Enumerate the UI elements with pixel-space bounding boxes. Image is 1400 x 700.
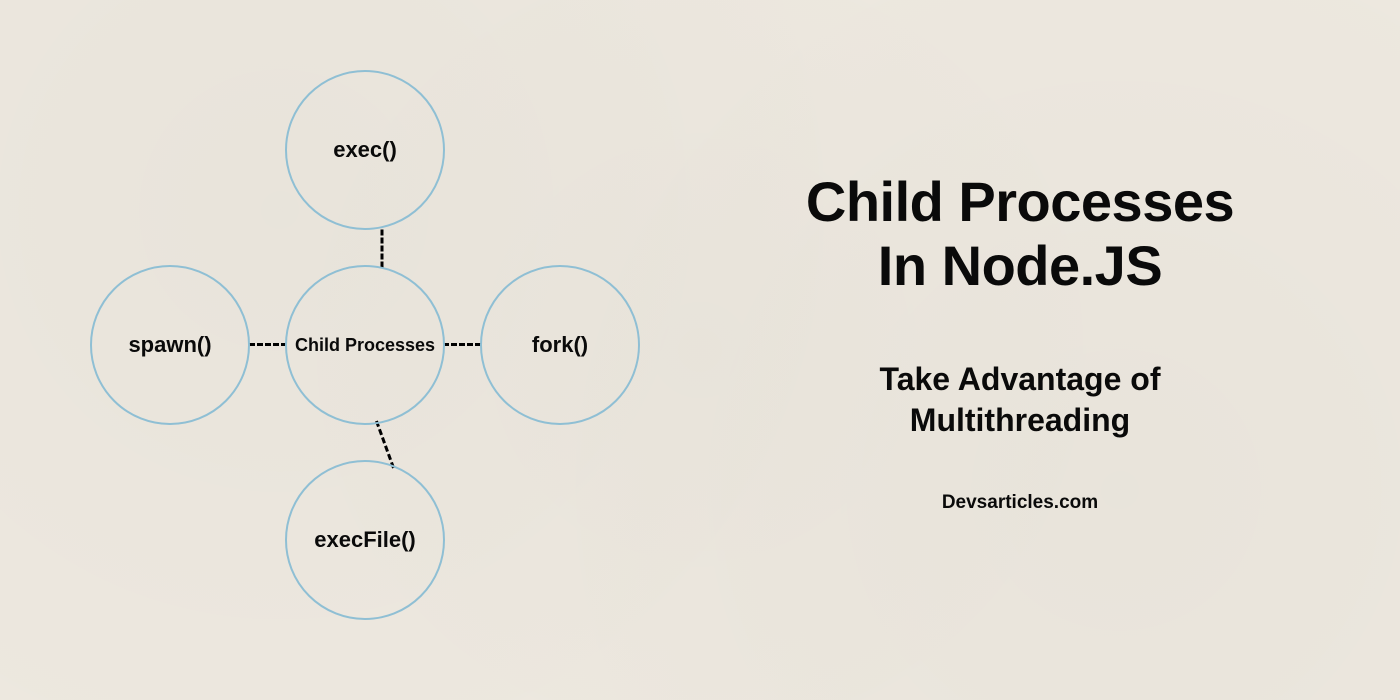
- node-exec-label: exec(): [333, 137, 397, 163]
- subtitle: Take Advantage of Multithreading: [700, 359, 1340, 442]
- node-execfile: execFile(): [285, 460, 445, 620]
- node-execfile-label: execFile(): [314, 527, 416, 553]
- title-line-1: Child Processes: [806, 170, 1234, 233]
- site-name: Devsarticles.com: [700, 492, 1340, 514]
- node-fork: fork(): [480, 265, 640, 425]
- node-spawn: spawn(): [90, 265, 250, 425]
- node-spawn-label: spawn(): [128, 332, 211, 358]
- connector-top: [381, 230, 384, 268]
- node-exec: exec(): [285, 70, 445, 230]
- node-center-label: Child Processes: [295, 335, 435, 356]
- connector-right: [443, 343, 481, 346]
- process-diagram: Child Processes exec() fork() execFile()…: [40, 60, 660, 660]
- headline-block: Child Processes In Node.JS Take Advantag…: [700, 170, 1340, 514]
- connector-left: [249, 343, 287, 346]
- title-line-2: In Node.JS: [878, 234, 1162, 297]
- subtitle-line-2: Multithreading: [910, 402, 1130, 438]
- node-center: Child Processes: [285, 265, 445, 425]
- title: Child Processes In Node.JS: [700, 170, 1340, 299]
- subtitle-line-1: Take Advantage of: [880, 361, 1161, 397]
- node-fork-label: fork(): [532, 332, 588, 358]
